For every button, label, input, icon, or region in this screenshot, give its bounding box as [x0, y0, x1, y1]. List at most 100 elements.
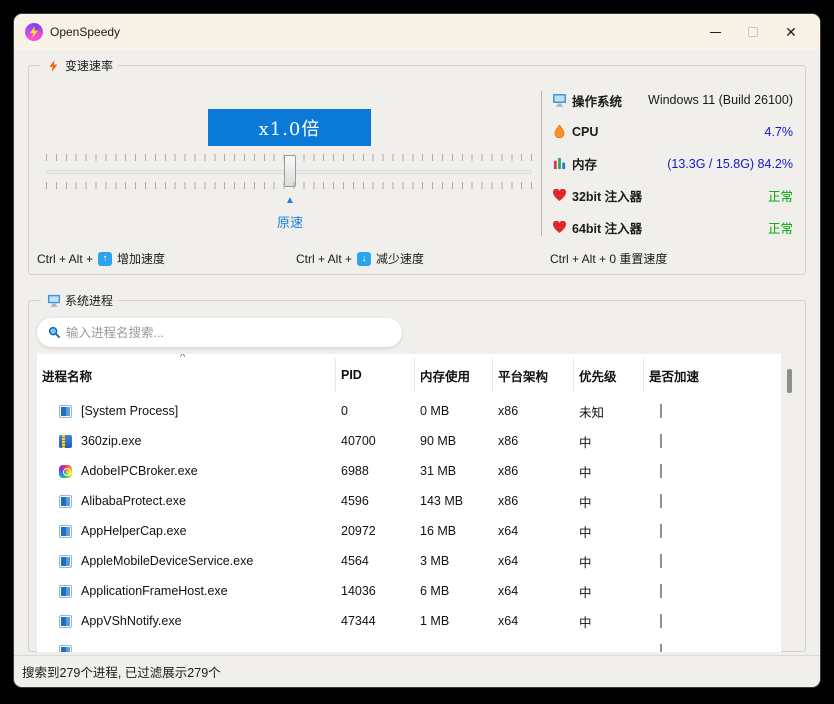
monitor-icon: [46, 293, 61, 308]
accelerate-checkbox[interactable]: [660, 524, 662, 538]
statusbar: 搜索到279个进程, 已过滤展示279个: [14, 655, 820, 687]
column-header-accelerate[interactable]: 是否加速: [644, 358, 781, 392]
process-pid: 20972: [336, 524, 415, 538]
injector64-status: 正常: [768, 218, 793, 237]
accelerate-checkbox[interactable]: [660, 644, 662, 652]
process-name: AdobeIPCBroker.exe: [81, 464, 198, 478]
minimize-button[interactable]: [696, 14, 734, 50]
process-memory: 3 MB: [415, 554, 493, 568]
speed-multiplier-display: x1.0倍: [208, 109, 371, 146]
process-priority: 中: [574, 522, 644, 541]
origin-speed-arrow-icon: ▲: [276, 195, 304, 206]
origin-speed-label: 原速: [266, 212, 314, 231]
process-pid: 0: [336, 404, 415, 418]
cpu-value: 4.7%: [765, 125, 794, 139]
process-search-box: [37, 318, 402, 347]
table-row[interactable]: 360zip.exe 40700 90 MB x86 中: [37, 426, 781, 456]
column-header-pid[interactable]: PID: [336, 358, 415, 392]
process-pid: 47344: [336, 614, 415, 628]
desktop-background: OpenSpeedy ✕ 变速速率 x1.0倍 ▲ 原速: [0, 0, 834, 704]
process-pid: 14036: [336, 584, 415, 598]
slider-ticks-bottom: [46, 182, 532, 189]
status-text: 搜索到279个进程, 已过滤展示279个: [22, 662, 221, 681]
process-pid: 6988: [336, 464, 415, 478]
process-table-header: 进程名称 PID 内存使用 平台架构 优先级 是否加速: [37, 354, 781, 396]
process-icon: [59, 585, 72, 598]
table-row[interactable]: AppleMobileDeviceService.exe 4564 3 MB x…: [37, 546, 781, 576]
process-memory: 16 MB: [415, 524, 493, 538]
column-header-memory[interactable]: 内存使用: [415, 358, 493, 392]
maximize-icon: [748, 27, 758, 37]
table-row[interactable]: ApplicationFrameHost.exe 14036 6 MB x64 …: [37, 576, 781, 606]
process-priority: 中: [574, 432, 644, 451]
process-memory: 31 MB: [415, 464, 493, 478]
process-arch: x86: [493, 404, 574, 418]
table-row[interactable]: AppHelperCap.exe 20972 16 MB x64 中: [37, 516, 781, 546]
column-header-priority[interactable]: 优先级: [574, 358, 644, 392]
process-name: AppleMobileDeviceService.exe: [81, 554, 253, 568]
process-pid: 4564: [336, 554, 415, 568]
minimize-icon: [710, 32, 721, 33]
process-name: 360zip.exe: [81, 434, 141, 448]
accelerate-checkbox[interactable]: [660, 614, 662, 628]
process-memory: 90 MB: [415, 434, 493, 448]
process-icon: [59, 645, 72, 653]
heart-icon: [552, 188, 567, 203]
window-title: OpenSpeedy: [50, 25, 120, 39]
process-table: ^ 进程名称 PID 内存使用 平台架构 优先级 是否加速 [System Pr…: [37, 354, 781, 652]
table-row[interactable]: AlibabaProtect.exe 4596 143 MB x86 中: [37, 486, 781, 516]
maximize-button[interactable]: [734, 14, 772, 50]
search-input[interactable]: [66, 326, 392, 340]
shortcut-increase-speed: Ctrl + Alt + ↑ 增加速度: [37, 250, 165, 267]
info-row-injector64: 64bit 注入器 正常: [552, 218, 793, 236]
memory-value: (13.3G / 15.8G) 84.2%: [667, 157, 793, 171]
process-priority: 中: [574, 552, 644, 571]
info-row-os: 操作系统 Windows 11 (Build 26100): [552, 91, 793, 109]
speed-rate-group: 变速速率 x1.0倍 ▲ 原速 Ctrl + Alt + ↑ 增加速度 Ctrl…: [28, 65, 806, 275]
monitor-icon: [552, 93, 567, 108]
process-memory: 143 MB: [415, 494, 493, 508]
table-scrollbar-thumb[interactable]: [787, 369, 792, 393]
process-priority: 中: [574, 462, 644, 481]
down-arrow-key-icon: ↓: [357, 252, 371, 266]
column-header-arch[interactable]: 平台架构: [493, 358, 574, 392]
sort-indicator-icon: ^: [180, 354, 185, 363]
accelerate-checkbox[interactable]: [660, 584, 662, 598]
process-arch: x64: [493, 524, 574, 538]
process-memory: 6 MB: [415, 584, 493, 598]
accelerate-checkbox[interactable]: [660, 464, 662, 478]
process-priority: 中: [574, 492, 644, 511]
table-row[interactable]: [System Process] 0 0 MB x86 未知: [37, 396, 781, 426]
process-icon: [59, 495, 72, 508]
close-icon: ✕: [785, 24, 797, 41]
process-table-body: [System Process] 0 0 MB x86 未知 360zip.ex…: [37, 396, 781, 652]
system-process-group: 系统进程 ^ 进程名称 PID 内存使用 平台架构 优先级 是否加速: [28, 300, 806, 652]
system-process-group-title: 系统进程: [41, 292, 118, 309]
table-row[interactable]: AdobeIPCBroker.exe 6988 31 MB x86 中: [37, 456, 781, 486]
process-icon: [59, 525, 72, 538]
injector32-status: 正常: [768, 186, 793, 205]
accelerate-checkbox[interactable]: [660, 494, 662, 508]
info-row-injector32: 32bit 注入器 正常: [552, 186, 793, 204]
memory-chart-icon: [552, 156, 567, 171]
shortcut-decrease-speed: Ctrl + Alt + ↓ 减少速度: [296, 250, 424, 267]
accelerate-checkbox[interactable]: [660, 404, 662, 418]
close-button[interactable]: ✕: [772, 14, 810, 50]
process-name: ApplicationFrameHost.exe: [81, 584, 228, 598]
info-row-cpu: CPU 4.7%: [552, 123, 793, 141]
info-row-memory: 内存 (13.3G / 15.8G) 84.2%: [552, 155, 793, 173]
system-info-panel: 操作系统 Windows 11 (Build 26100) CPU 4.7%: [541, 91, 793, 236]
process-arch: x64: [493, 614, 574, 628]
process-memory: 0 MB: [415, 404, 493, 418]
accelerate-checkbox[interactable]: [660, 434, 662, 448]
app-logo-icon: [25, 23, 43, 41]
process-name: AppVShNotify.exe: [81, 614, 182, 628]
table-row[interactable]: AppVShNotify.exe 47344 1 MB x64 中: [37, 606, 781, 636]
table-row[interactable]: [37, 636, 781, 652]
column-header-name[interactable]: 进程名称: [37, 358, 336, 392]
cpu-flame-icon: [552, 124, 567, 139]
process-arch: x86: [493, 494, 574, 508]
up-arrow-key-icon: ↑: [98, 252, 112, 266]
process-arch: x86: [493, 464, 574, 478]
accelerate-checkbox[interactable]: [660, 554, 662, 568]
